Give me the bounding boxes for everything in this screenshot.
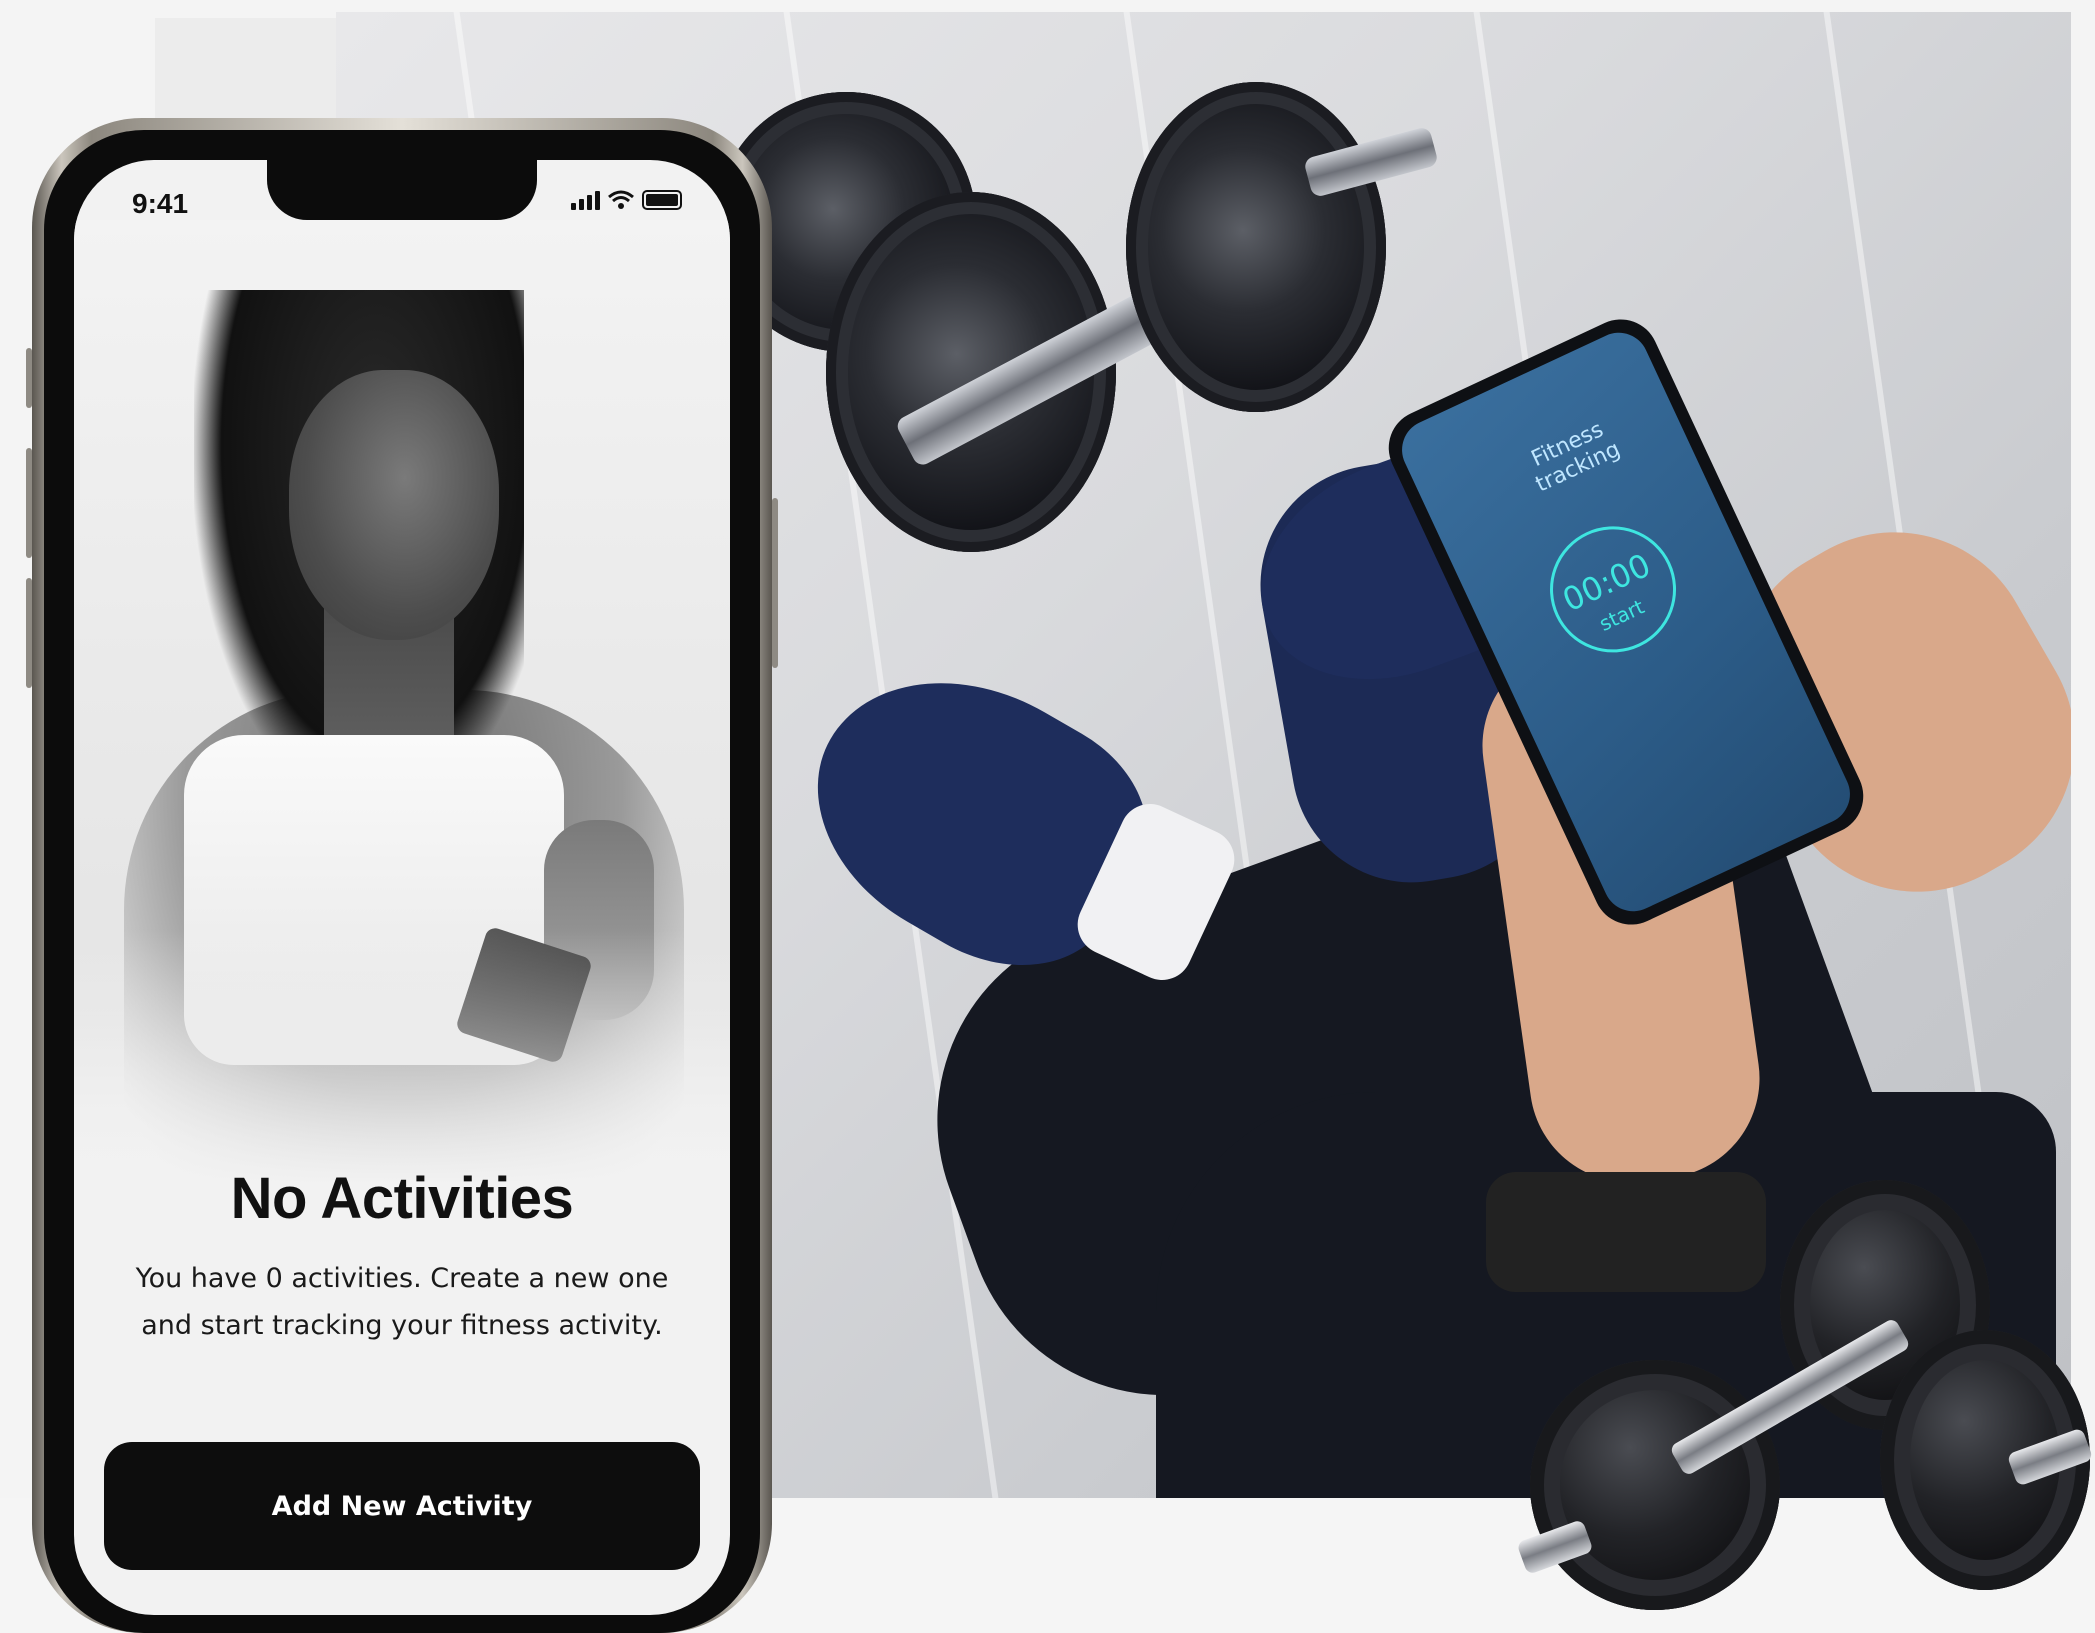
held-phone-heading: Fitness tracking <box>1527 417 1625 498</box>
empty-state-title: No Activities <box>230 1166 574 1231</box>
status-time: 9:41 <box>132 188 189 219</box>
notch <box>267 160 537 220</box>
phone-mockup: 9:41 No Activities You have 0 activities… <box>26 118 778 1633</box>
empty-state-message: You have 0 activities. Create a new one … <box>135 1263 669 1341</box>
phone-screen: 9:41 No Activities You have 0 activities… <box>74 160 730 1615</box>
battery-icon <box>642 190 682 210</box>
hero-image <box>74 220 730 1230</box>
add-new-activity-button[interactable]: Add New Activity <box>104 1442 700 1570</box>
cellular-signal-icon <box>571 191 600 210</box>
wifi-icon <box>608 190 634 209</box>
status-icons <box>571 190 682 210</box>
